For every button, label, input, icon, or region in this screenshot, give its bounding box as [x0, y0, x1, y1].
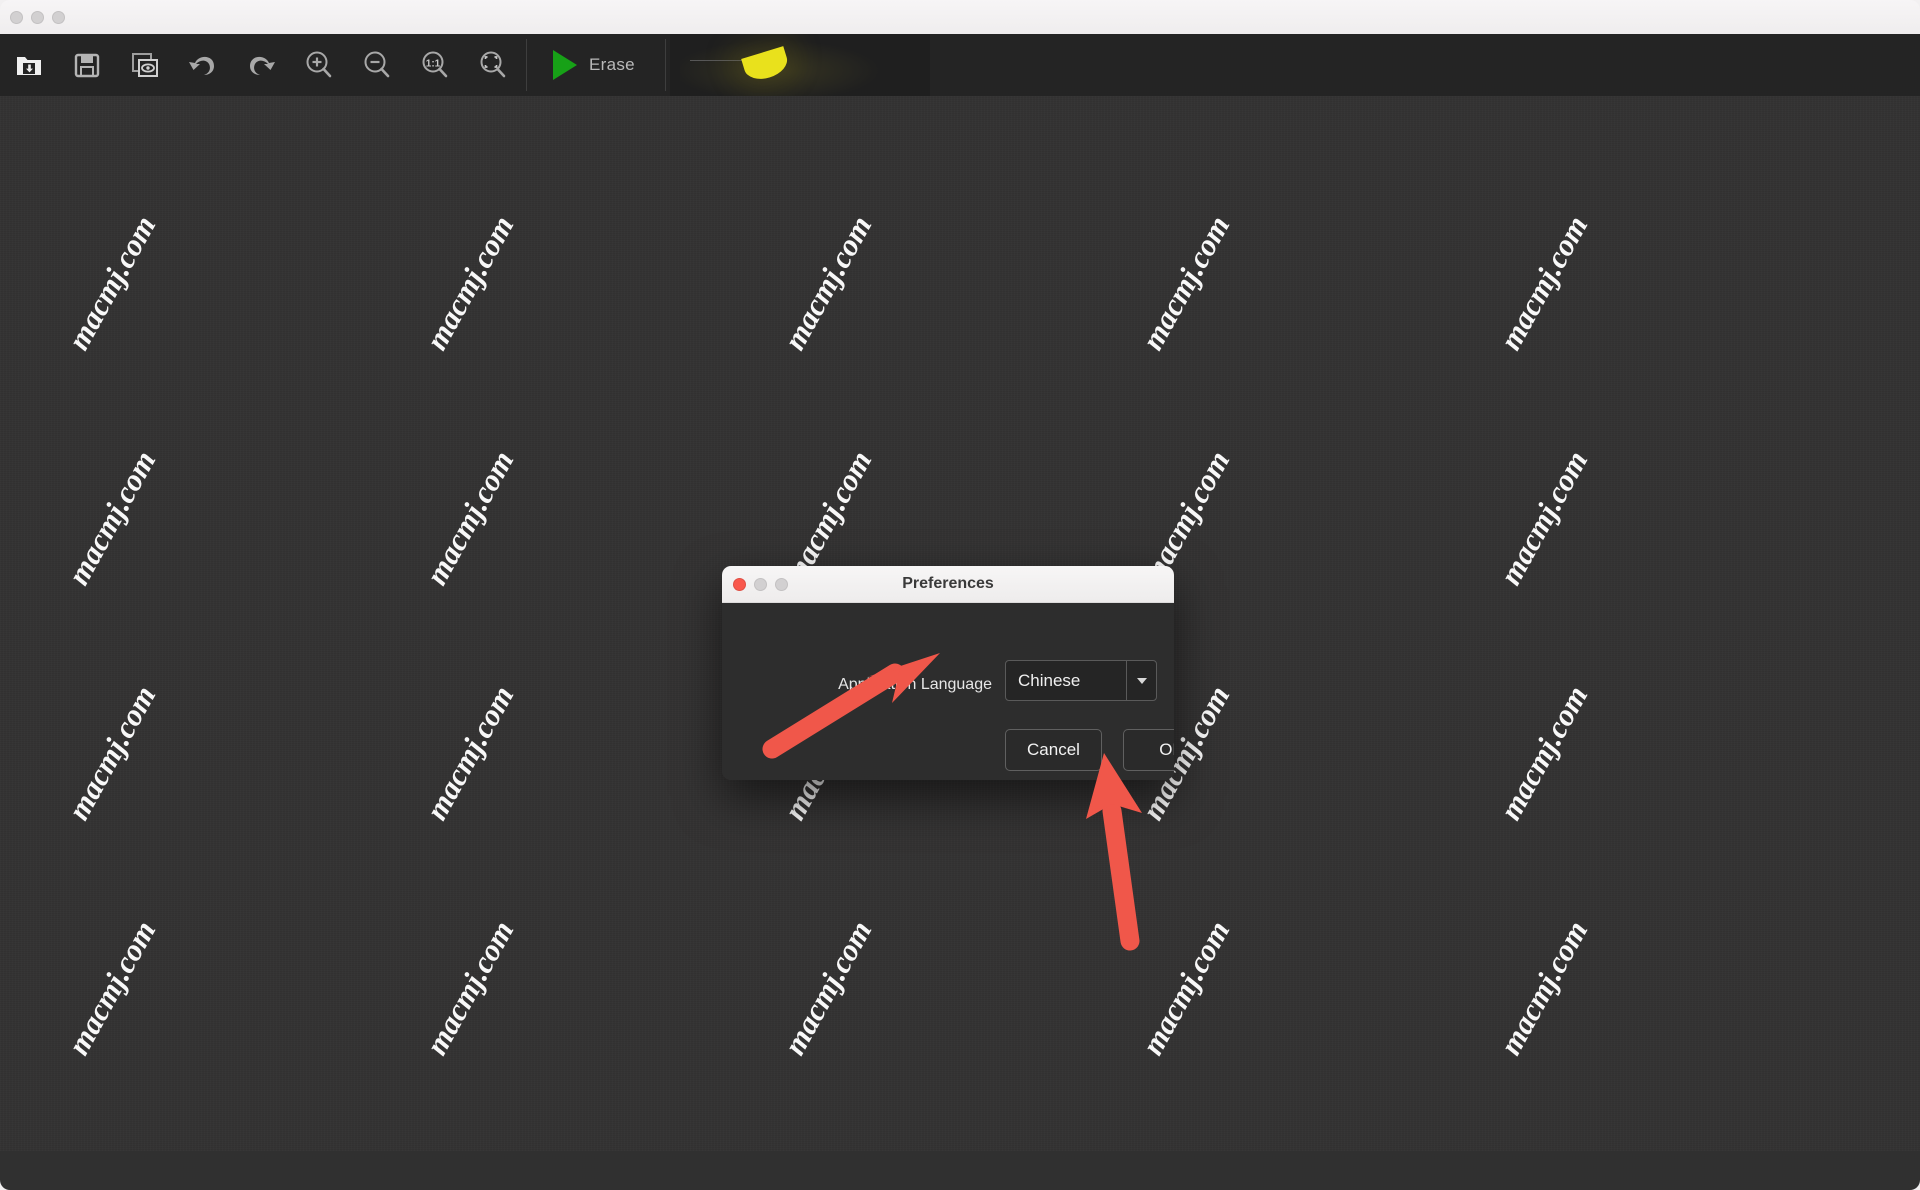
toolbar-separator-1 [526, 39, 527, 91]
play-triangle-icon [553, 50, 577, 80]
application-language-value: Chinese [1018, 670, 1081, 690]
watermark-text: macmj.com [60, 914, 163, 1061]
dialog-body: Application Language Chinese Cancel OK [722, 603, 1174, 780]
preview-icon[interactable] [116, 34, 174, 96]
watermark-text: macmj.com [1134, 209, 1237, 356]
application-language-select[interactable]: Chinese [1005, 660, 1157, 701]
toolbar-history-group [174, 34, 290, 96]
open-folder-icon[interactable] [0, 34, 58, 96]
toolbar-zoom-group: 1:1 [290, 34, 522, 96]
main-toolbar: 1:1 Erase [0, 34, 1920, 96]
dialog-title: Preferences [902, 575, 994, 592]
watermark-text: macmj.com [418, 444, 521, 591]
window-maximize-button[interactable] [52, 11, 65, 24]
watermark-text: macmj.com [776, 914, 879, 1061]
watermark-text: macmj.com [776, 209, 879, 356]
erase-button[interactable]: Erase [531, 34, 661, 96]
window-traffic-lights [10, 11, 65, 24]
watermark-text: macmj.com [1492, 679, 1595, 826]
app-window: 1:1 Erase macmj.com macmj.com macmj.com … [0, 0, 1920, 1190]
zoom-out-icon[interactable] [348, 34, 406, 96]
dialog-titlebar: Preferences [722, 566, 1174, 603]
redo-icon[interactable] [232, 34, 290, 96]
toolbar-file-group [0, 34, 174, 96]
svg-text:1:1: 1:1 [426, 59, 441, 70]
ok-button[interactable]: OK [1123, 729, 1174, 771]
cancel-button[interactable]: Cancel [1005, 729, 1102, 771]
editor-canvas[interactable]: macmj.com macmj.com macmj.com macmj.com macm… [0, 96, 1920, 1151]
erase-button-label: Erase [589, 55, 635, 74]
chevron-down-icon [1136, 677, 1147, 684]
status-bar [0, 1151, 1920, 1190]
toolbar-separator-2 [664, 39, 666, 91]
watermark-text: macmj.com [1492, 914, 1595, 1061]
watermark-text: macmj.com [418, 679, 521, 826]
application-language-label: Application Language [838, 676, 992, 693]
watermark-text: macmj.com [60, 209, 163, 356]
dialog-button-row: Cancel OK [1005, 729, 1174, 771]
watermark-text: macmj.com [1492, 209, 1595, 356]
undo-icon[interactable] [174, 34, 232, 96]
watermark-text: macmj.com [1492, 444, 1595, 591]
fit-to-screen-icon[interactable] [464, 34, 522, 96]
image-thumbnail-preview[interactable] [669, 34, 930, 96]
watermark-text: macmj.com [418, 209, 521, 356]
actual-size-icon[interactable]: 1:1 [406, 34, 464, 96]
watermark-text: macmj.com [1134, 914, 1237, 1061]
select-arrow-button[interactable] [1126, 661, 1156, 700]
zoom-in-icon[interactable] [290, 34, 348, 96]
watermark-text: macmj.com [60, 679, 163, 826]
watermark-text: macmj.com [418, 914, 521, 1061]
watermark-text: macmj.com [60, 444, 163, 591]
preferences-dialog: Preferences Application Language Chinese… [722, 566, 1174, 780]
save-icon[interactable] [58, 34, 116, 96]
window-titlebar [0, 0, 1920, 34]
window-close-button[interactable] [10, 11, 23, 24]
window-minimize-button[interactable] [31, 11, 44, 24]
